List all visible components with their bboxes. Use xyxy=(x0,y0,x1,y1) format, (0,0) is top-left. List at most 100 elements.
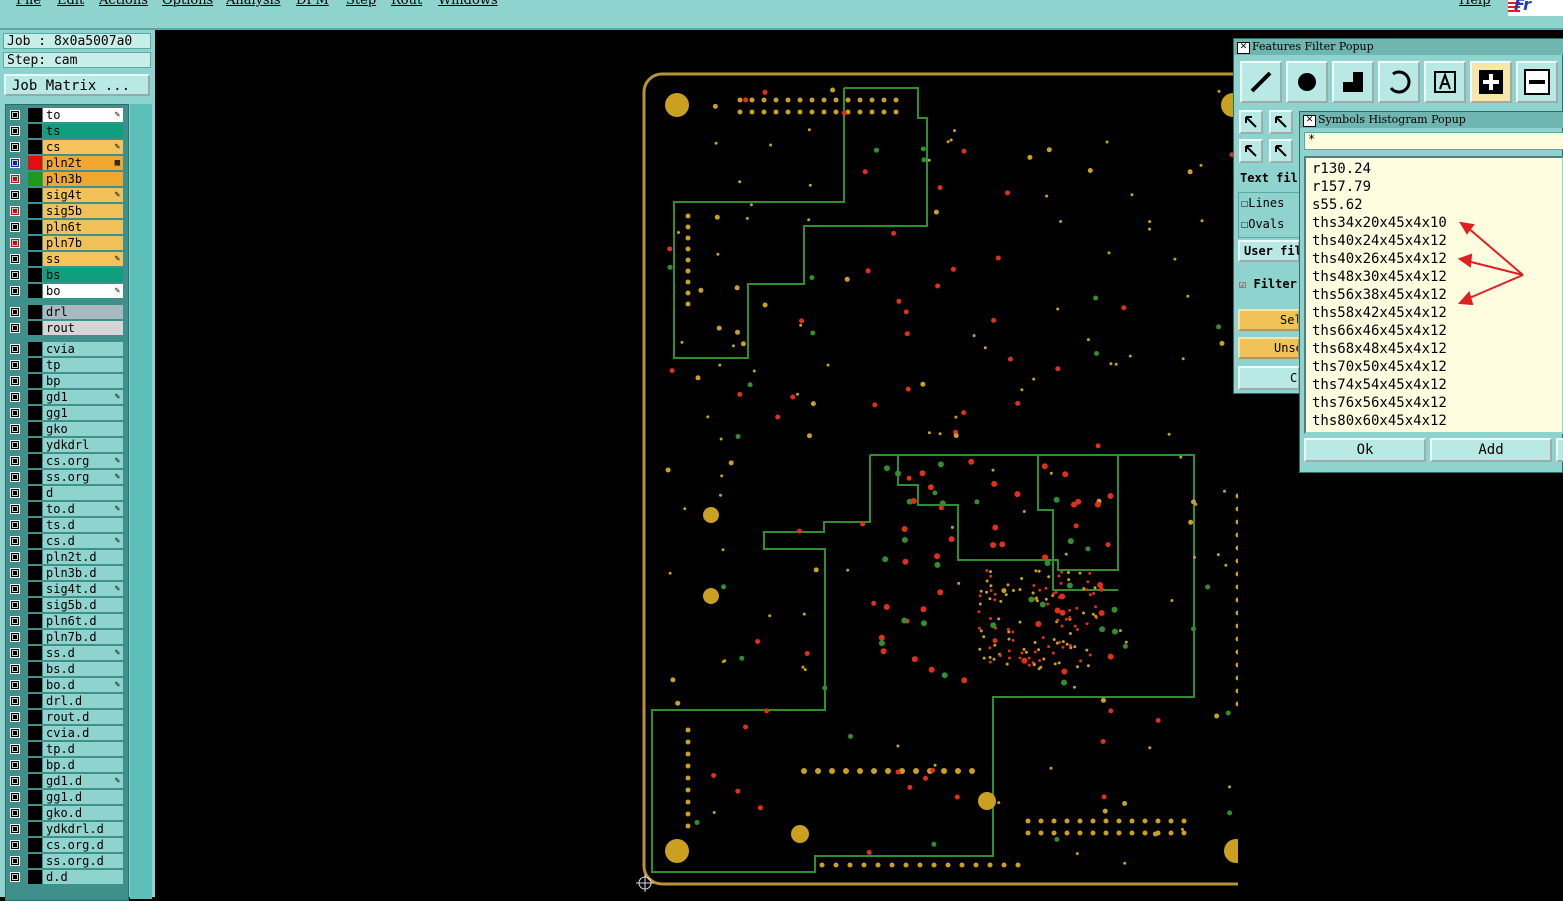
layer-row[interactable]: pln6t.d xyxy=(6,613,128,629)
layer-row[interactable]: sig5b xyxy=(6,203,128,219)
layer-row[interactable]: cs.d ✎ xyxy=(6,533,128,549)
job-matrix-button[interactable]: Job Matrix ... xyxy=(4,74,150,96)
layer-checkbox[interactable] xyxy=(10,712,20,722)
layer-name[interactable]: pln6t.d xyxy=(43,614,123,628)
layer-color-swatch[interactable] xyxy=(28,140,42,154)
layer-row[interactable]: d.d xyxy=(6,869,128,885)
layer-row[interactable]: gko.d xyxy=(6,805,128,821)
symbol-list-item[interactable]: ths34x20x45x4x10 xyxy=(1312,215,1447,231)
layer-color-swatch[interactable] xyxy=(28,220,42,234)
layer-color-swatch[interactable] xyxy=(28,486,42,500)
layer-row[interactable]: cs.org.d xyxy=(6,837,128,853)
layer-name[interactable]: pln7b.d xyxy=(43,630,123,644)
layer-checkbox[interactable] xyxy=(10,568,20,578)
layer-row[interactable]: cvia xyxy=(6,341,128,357)
symbol-list-item[interactable]: ths76x56x45x4x12 xyxy=(1312,395,1447,411)
symbol-list-item[interactable]: ths40x24x45x4x12 xyxy=(1312,233,1447,249)
layer-row[interactable]: ts.d xyxy=(6,517,128,533)
arrow-nw-button-2[interactable] xyxy=(1269,110,1293,134)
layer-color-swatch[interactable] xyxy=(28,390,42,404)
filter-surface-button[interactable] xyxy=(1332,61,1374,103)
close-icon[interactable]: ✕ xyxy=(1303,115,1316,127)
layer-checkbox[interactable] xyxy=(10,174,20,184)
layer-name[interactable]: ss.org ✎ xyxy=(43,470,123,484)
layer-color-swatch[interactable] xyxy=(28,342,42,356)
layer-row[interactable]: ss.org ✎ xyxy=(6,469,128,485)
layer-color-swatch[interactable] xyxy=(28,305,42,319)
layer-row[interactable]: ts xyxy=(6,123,128,139)
layer-checkbox[interactable] xyxy=(10,110,20,120)
symbol-list-item[interactable]: r130.24 xyxy=(1312,161,1371,177)
filter-arc-button[interactable] xyxy=(1378,61,1420,103)
layer-row[interactable]: bs.d xyxy=(6,661,128,677)
symbol-list-item[interactable]: ths70x50x45x4x12 xyxy=(1312,359,1447,375)
layer-color-swatch[interactable] xyxy=(28,374,42,388)
layer-name[interactable]: gg1.d xyxy=(43,790,123,804)
layer-row[interactable]: cs ✎ xyxy=(6,139,128,155)
layer-color-swatch[interactable] xyxy=(28,518,42,532)
layer-name[interactable]: ss ✎ xyxy=(43,252,123,266)
symbol-list-item[interactable]: ths74x54x45x4x12 xyxy=(1312,377,1447,393)
layer-color-swatch[interactable] xyxy=(28,268,42,282)
layer-color-swatch[interactable] xyxy=(28,358,42,372)
menu-windows[interactable]: Windows xyxy=(438,0,498,8)
layer-checkbox[interactable] xyxy=(10,190,20,200)
layer-checkbox[interactable] xyxy=(10,680,20,690)
layer-row[interactable]: gg1 xyxy=(6,405,128,421)
symbol-list-item[interactable]: ths68x48x45x4x12 xyxy=(1312,341,1447,357)
layer-name[interactable]: tp.d xyxy=(43,742,123,756)
arrow-nw-button-4[interactable] xyxy=(1269,139,1293,163)
menu-edit[interactable]: Edit xyxy=(57,0,84,8)
layer-checkbox[interactable] xyxy=(10,360,20,370)
menu-actions[interactable]: Actions xyxy=(99,0,148,8)
filter-pad-button[interactable] xyxy=(1286,61,1328,103)
symbol-list-item[interactable]: s55.62 xyxy=(1312,197,1363,213)
menu-analysis[interactable]: Analysis xyxy=(226,0,281,8)
layer-color-swatch[interactable] xyxy=(28,566,42,580)
menu-help[interactable]: Help xyxy=(1459,0,1491,8)
layer-name[interactable]: d xyxy=(43,486,123,500)
layer-row[interactable]: tp.d xyxy=(6,741,128,757)
layer-checkbox[interactable] xyxy=(10,222,20,232)
layer-row[interactable]: to.d ✎ xyxy=(6,501,128,517)
layer-name[interactable]: to ✎ xyxy=(43,108,123,122)
layer-color-swatch[interactable] xyxy=(28,694,42,708)
menu-dfm[interactable]: DFM xyxy=(296,0,329,8)
filter-checkbox[interactable]: ☑ Filter xyxy=(1239,277,1297,291)
layer-name[interactable]: tp xyxy=(43,358,123,372)
layer-name[interactable]: sig5b.d xyxy=(43,598,123,612)
layer-checkbox[interactable] xyxy=(10,126,20,136)
layer-checkbox[interactable] xyxy=(10,584,20,594)
layer-scrollbar[interactable] xyxy=(130,104,152,899)
layer-row[interactable]: rout.d xyxy=(6,709,128,725)
layer-color-swatch[interactable] xyxy=(28,742,42,756)
layer-name[interactable]: bs xyxy=(43,268,123,282)
layer-name[interactable]: gko xyxy=(43,422,123,436)
layer-checkbox[interactable] xyxy=(10,840,20,850)
symbol-list-item[interactable]: r157.79 xyxy=(1312,179,1371,195)
layer-row[interactable]: pln6t xyxy=(6,219,128,235)
layer-row[interactable]: gg1.d xyxy=(6,789,128,805)
layer-color-swatch[interactable] xyxy=(28,156,42,170)
layer-row[interactable]: gko xyxy=(6,421,128,437)
symbol-list-item[interactable]: ths80x60x45x4x12 xyxy=(1312,413,1447,429)
layer-color-swatch[interactable] xyxy=(28,582,42,596)
layer-row[interactable]: pln3b.d xyxy=(6,565,128,581)
layer-name[interactable]: to.d ✎ xyxy=(43,502,123,516)
layer-row[interactable]: ss ✎ xyxy=(6,251,128,267)
layer-row[interactable]: cs.org ✎ xyxy=(6,453,128,469)
layer-name[interactable]: sig5b xyxy=(43,204,123,218)
symbol-list-item[interactable]: ths58x42x45x4x12 xyxy=(1312,305,1447,321)
layer-name[interactable]: ss.org.d xyxy=(43,854,123,868)
layer-name[interactable]: pln3b.d xyxy=(43,566,123,580)
layer-row[interactable]: gd1.d ✎ xyxy=(6,773,128,789)
layer-row[interactable]: pln7b xyxy=(6,235,128,251)
layer-row[interactable]: ss.org.d xyxy=(6,853,128,869)
layer-checkbox[interactable] xyxy=(10,792,20,802)
layer-name[interactable]: pln3b xyxy=(43,172,123,186)
layer-color-swatch[interactable] xyxy=(28,662,42,676)
layer-checkbox[interactable] xyxy=(10,238,20,248)
arrow-nw-button-3[interactable] xyxy=(1239,139,1263,163)
pcb-board-canvas[interactable] xyxy=(158,30,1269,897)
layer-checkbox[interactable] xyxy=(10,456,20,466)
